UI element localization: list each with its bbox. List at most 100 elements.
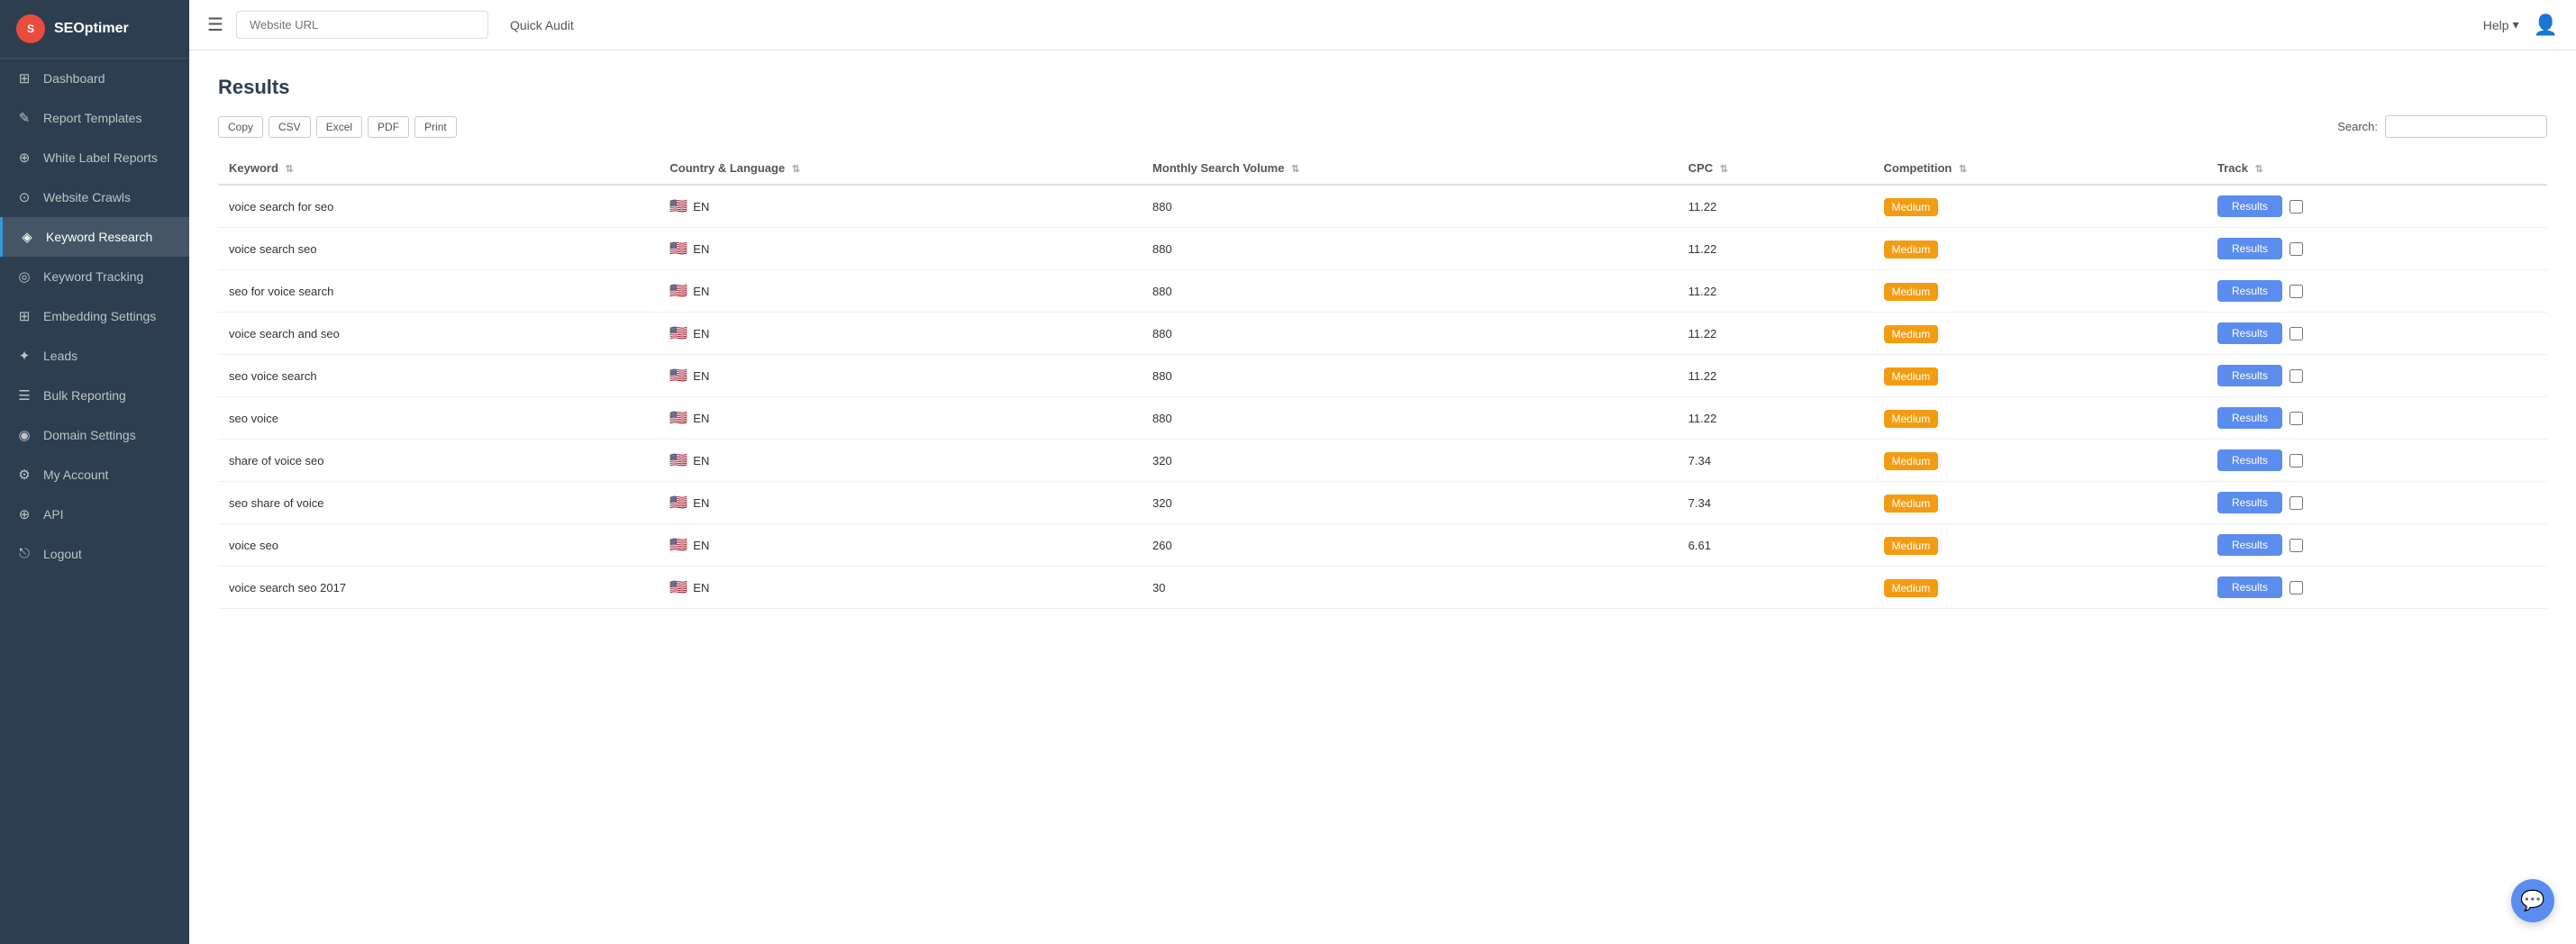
results-button[interactable]: Results (2217, 492, 2282, 513)
sidebar-label-domain-settings: Domain Settings (43, 428, 136, 442)
track-checkbox[interactable] (2289, 539, 2303, 552)
sidebar-item-embedding-settings[interactable]: ⊞ Embedding Settings (0, 296, 189, 336)
results-button[interactable]: Results (2217, 407, 2282, 429)
cpc-cell: 11.22 (1678, 313, 1873, 355)
results-button[interactable]: Results (2217, 195, 2282, 217)
track-checkbox[interactable] (2289, 581, 2303, 595)
volume-cell: 320 (1142, 482, 1678, 524)
keyword-cell: share of voice seo (218, 440, 659, 482)
url-input[interactable] (236, 11, 488, 39)
user-icon[interactable]: 👤 (2534, 14, 2558, 37)
toolbar-excel-button[interactable]: Excel (316, 116, 362, 138)
col-country-&-language: Country & Language ⇅ (659, 152, 1142, 185)
flag-icon: 🇺🇸 (669, 578, 687, 596)
search-input[interactable] (2385, 115, 2547, 138)
track-checkbox[interactable] (2289, 454, 2303, 467)
results-table: Keyword ⇅Country & Language ⇅Monthly Sea… (218, 152, 2547, 609)
cpc-cell: 11.22 (1678, 228, 1873, 270)
sort-icon[interactable]: ⇅ (1959, 164, 1967, 175)
sidebar-item-website-crawls[interactable]: ⊙ Website Crawls (0, 177, 189, 217)
cpc-cell: 11.22 (1678, 185, 1873, 228)
track-checkbox[interactable] (2289, 369, 2303, 383)
table-row: voice search seo 2017🇺🇸EN30Medium Result… (218, 567, 2547, 609)
cpc-cell: 6.61 (1678, 524, 1873, 567)
flag-icon: 🇺🇸 (669, 324, 687, 342)
sidebar-item-api[interactable]: ⊕ API (0, 495, 189, 534)
page-title: Results (218, 76, 2547, 99)
keyword-cell: seo share of voice (218, 482, 659, 524)
track-checkbox[interactable] (2289, 496, 2303, 510)
results-button[interactable]: Results (2217, 280, 2282, 302)
sidebar-label-bulk-reporting: Bulk Reporting (43, 388, 126, 403)
chat-bubble[interactable]: 💬 (2511, 879, 2554, 922)
country-cell: 🇺🇸EN (659, 524, 1142, 567)
table-row: voice search for seo🇺🇸EN88011.22Medium R… (218, 185, 2547, 228)
menu-icon[interactable]: ☰ (207, 14, 223, 36)
sidebar-item-white-label-reports[interactable]: ⊕ White Label Reports (0, 138, 189, 177)
volume-cell: 260 (1142, 524, 1678, 567)
sort-icon[interactable]: ⇅ (1291, 164, 1299, 175)
track-checkbox[interactable] (2289, 200, 2303, 213)
toolbar-print-button[interactable]: Print (414, 116, 457, 138)
track-cell: Results (2207, 313, 2547, 355)
domain-settings-icon: ◉ (16, 427, 32, 443)
help-button[interactable]: Help ▾ (2483, 17, 2519, 32)
country-cell: 🇺🇸EN (659, 397, 1142, 440)
topbar-right: Help ▾ 👤 (2483, 14, 2558, 37)
table-row: voice seo🇺🇸EN2606.61Medium Results (218, 524, 2547, 567)
sidebar-item-domain-settings[interactable]: ◉ Domain Settings (0, 415, 189, 455)
cpc-cell: 7.34 (1678, 440, 1873, 482)
sidebar-item-dashboard[interactable]: ⊞ Dashboard (0, 59, 189, 98)
sidebar-item-bulk-reporting[interactable]: ☰ Bulk Reporting (0, 376, 189, 415)
results-button[interactable]: Results (2217, 534, 2282, 556)
sidebar-item-my-account[interactable]: ⚙ My Account (0, 455, 189, 495)
country-cell: 🇺🇸EN (659, 313, 1142, 355)
competition-cell: Medium (1873, 185, 2207, 228)
results-button[interactable]: Results (2217, 238, 2282, 259)
report-templates-icon: ✎ (16, 110, 32, 126)
toolbar-csv-button[interactable]: CSV (269, 116, 311, 138)
sort-icon[interactable]: ⇅ (1720, 164, 1728, 175)
sort-icon[interactable]: ⇅ (286, 164, 294, 175)
track-checkbox[interactable] (2289, 285, 2303, 298)
results-button[interactable]: Results (2217, 322, 2282, 344)
track-checkbox[interactable] (2289, 327, 2303, 340)
volume-cell: 30 (1142, 567, 1678, 609)
table-row: seo voice search🇺🇸EN88011.22Medium Resul… (218, 355, 2547, 397)
sidebar-item-report-templates[interactable]: ✎ Report Templates (0, 98, 189, 138)
toolbar-copy-button[interactable]: Copy (218, 116, 263, 138)
volume-cell: 880 (1142, 228, 1678, 270)
track-cell: Results (2207, 270, 2547, 313)
flag-icon: 🇺🇸 (669, 536, 687, 554)
col-keyword: Keyword ⇅ (218, 152, 659, 185)
country-cell: 🇺🇸EN (659, 440, 1142, 482)
bulk-reporting-icon: ☰ (16, 387, 32, 404)
track-cell: Results (2207, 482, 2547, 524)
sidebar-item-keyword-tracking[interactable]: ◎ Keyword Tracking (0, 257, 189, 296)
results-button[interactable]: Results (2217, 449, 2282, 471)
sort-icon[interactable]: ⇅ (2255, 164, 2263, 175)
track-checkbox[interactable] (2289, 242, 2303, 256)
cpc-cell: 11.22 (1678, 270, 1873, 313)
sidebar-item-logout[interactable]: ⎋ Logout (0, 534, 189, 573)
results-button[interactable]: Results (2217, 365, 2282, 386)
country-cell: 🇺🇸EN (659, 482, 1142, 524)
sort-icon[interactable]: ⇅ (792, 164, 800, 175)
competition-cell: Medium (1873, 440, 2207, 482)
keyword-cell: voice search seo (218, 228, 659, 270)
search-label: Search: (2337, 120, 2378, 133)
sidebar-item-keyword-research[interactable]: ◈ Keyword Research (0, 217, 189, 257)
sidebar-item-leads[interactable]: ✦ Leads (0, 336, 189, 376)
sidebar-label-logout: Logout (43, 547, 82, 561)
results-button[interactable]: Results (2217, 576, 2282, 598)
track-checkbox[interactable] (2289, 412, 2303, 425)
country-cell: 🇺🇸EN (659, 270, 1142, 313)
quick-audit-button[interactable]: Quick Audit (501, 13, 583, 38)
my-account-icon: ⚙ (16, 467, 32, 483)
track-cell: Results (2207, 524, 2547, 567)
sidebar-label-dashboard: Dashboard (43, 71, 105, 86)
table-row: seo for voice search🇺🇸EN88011.22Medium R… (218, 270, 2547, 313)
toolbar-pdf-button[interactable]: PDF (368, 116, 409, 138)
white-label-reports-icon: ⊕ (16, 150, 32, 166)
sidebar-label-report-templates: Report Templates (43, 111, 141, 125)
